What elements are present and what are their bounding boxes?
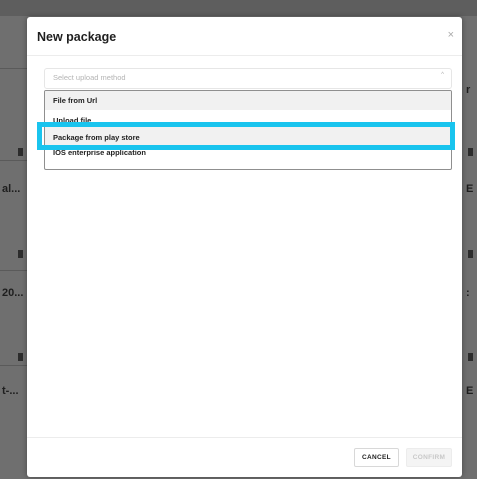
new-package-modal: New package × Select upload method ^ Fil… xyxy=(27,17,462,477)
select-placeholder: Select upload method xyxy=(53,73,126,82)
background-trash-icon xyxy=(468,353,473,361)
screen: al... 20... t-... r E : E New package × … xyxy=(0,0,477,479)
background-trash-icon xyxy=(468,250,473,258)
background-trash-icon xyxy=(18,148,23,156)
background-right-text: E xyxy=(466,183,474,195)
selection-highlight xyxy=(37,122,455,150)
close-icon[interactable]: × xyxy=(448,29,454,41)
background-trash-icon xyxy=(18,353,23,361)
background-right-text: r xyxy=(466,84,471,96)
background-right-text: : xyxy=(466,287,470,299)
background-left-text: t-... xyxy=(2,385,19,397)
background-divider xyxy=(0,270,27,271)
cancel-button[interactable]: CANCEL xyxy=(354,448,399,467)
background-right-text: E xyxy=(466,385,474,397)
background-trash-icon xyxy=(468,148,473,156)
background-divider xyxy=(0,365,27,366)
option-file-from-url[interactable]: File from Url xyxy=(45,91,451,110)
modal-title: New package xyxy=(37,30,117,44)
background-trash-icon xyxy=(18,250,23,258)
modal-footer: CANCEL CONFIRM xyxy=(27,437,462,478)
background-divider xyxy=(0,160,27,161)
option-ios-enterprise-application[interactable]: IOS enterprise application xyxy=(45,149,451,163)
modal-header: New package × xyxy=(27,17,462,56)
background-left-text: al... xyxy=(2,183,21,195)
chevron-up-icon: ^ xyxy=(441,72,444,78)
background-left-text: 20... xyxy=(2,287,24,299)
background-top-bar xyxy=(0,0,477,16)
background-divider xyxy=(0,68,27,69)
upload-method-select[interactable]: Select upload method ^ xyxy=(44,68,452,89)
confirm-button[interactable]: CONFIRM xyxy=(406,448,452,467)
